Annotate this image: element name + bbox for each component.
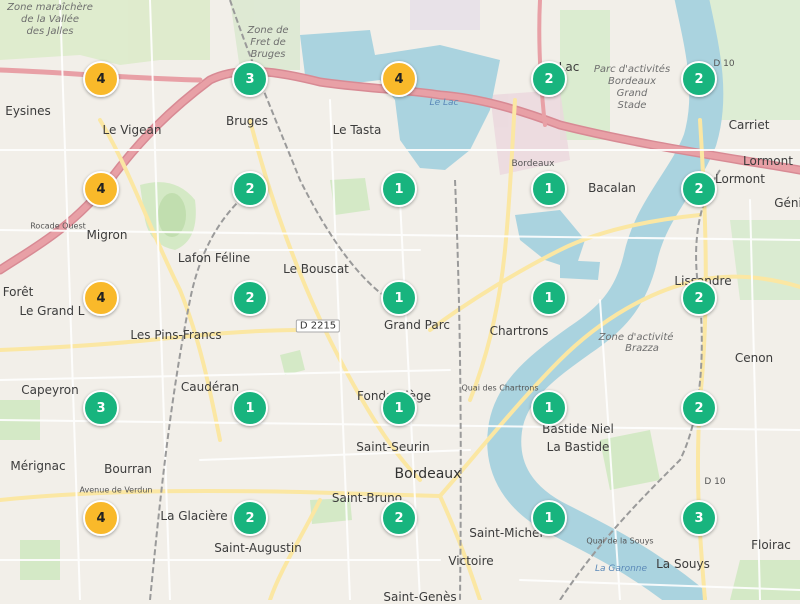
marker-cluster[interactable]: 2 [681, 280, 717, 316]
marker-cluster[interactable]: 1 [531, 500, 567, 536]
map-label: Le Vigean [102, 123, 162, 137]
map-label: La Souys [656, 557, 710, 571]
map-label: Quai des Chartrons [461, 383, 539, 393]
marker-cluster[interactable]: 1 [381, 390, 417, 426]
map-label: Bordeaux [608, 76, 656, 87]
marker-cluster[interactable]: 1 [381, 280, 417, 316]
marker-cluster[interactable]: 1 [531, 390, 567, 426]
marker-cluster[interactable]: 3 [232, 61, 268, 97]
map-label: Capeyron [21, 383, 79, 397]
map-label: Zone maraîchère [7, 2, 93, 13]
marker-cluster[interactable]: 4 [83, 280, 119, 316]
marker-cluster[interactable]: 4 [83, 171, 119, 207]
map-label: Chartrons [489, 324, 549, 338]
map-label: Géni [774, 196, 800, 210]
map-label: Caudéran [180, 380, 240, 394]
map-label: Cenon [734, 351, 774, 365]
dock-2 [560, 260, 600, 280]
map-label: La Bastide [546, 440, 610, 454]
map-label: Bordeaux [394, 466, 462, 482]
marker-cluster[interactable]: 2 [531, 61, 567, 97]
marker-cluster[interactable]: 3 [681, 500, 717, 536]
map-label: Bruges [225, 114, 269, 128]
map-label: Le Tasta [332, 123, 382, 137]
map-label: Grand [616, 88, 648, 99]
map-label: Fret de [250, 37, 286, 48]
map-label: Carriet [728, 118, 770, 132]
map-label: Floirac [751, 538, 791, 552]
map-label: Eysines [5, 104, 51, 118]
marker-cluster[interactable]: 1 [531, 171, 567, 207]
map-label: Bruges [250, 49, 286, 60]
map-label: Bordeaux [511, 159, 555, 169]
marker-cluster[interactable]: 2 [232, 500, 268, 536]
marker-cluster[interactable]: 4 [381, 61, 417, 97]
map-label: Le Bouscat [283, 262, 349, 276]
map-label: Saint-Genès [383, 590, 457, 604]
map-label: Lormont [715, 172, 765, 186]
map-label: Avenue de Verdun [79, 485, 153, 495]
map-label: Parc d'activités [593, 64, 671, 75]
map-label: Saint-Augustin [214, 541, 302, 555]
marker-cluster[interactable]: 2 [232, 280, 268, 316]
map-label: Forêt [2, 285, 34, 299]
marker-cluster[interactable]: 2 [681, 61, 717, 97]
map-label: Brazza [625, 343, 659, 354]
map-label: Victoire [448, 554, 494, 568]
map-label: Mérignac [10, 459, 66, 473]
marker-cluster[interactable]: 1 [381, 171, 417, 207]
map-label: Bourran [104, 462, 152, 476]
map-label: Quai de la Souys [586, 536, 654, 546]
marker-cluster[interactable]: 2 [681, 171, 717, 207]
map-label: D 2215 [295, 319, 341, 333]
marker-cluster[interactable]: 4 [83, 61, 119, 97]
marker-cluster[interactable]: 2 [381, 500, 417, 536]
marker-cluster[interactable]: 1 [232, 390, 268, 426]
map-label: Stade [617, 100, 647, 111]
map-label: Zone de [247, 25, 289, 36]
map-label: La Glacière [160, 509, 228, 523]
map-label: Les Pins-Francs [130, 328, 222, 342]
map-label: Saint-Seurin [356, 440, 430, 454]
marker-cluster[interactable]: 4 [83, 500, 119, 536]
map-label: Bacalan [588, 181, 636, 195]
map-label: D 10 [713, 59, 735, 69]
map-label: D 10 [704, 477, 726, 487]
map-label: Lafon Féline [177, 251, 251, 265]
map-label: Migron [86, 228, 128, 242]
map-label: Le Grand L [19, 304, 85, 318]
map-label: Rocade Ouest [30, 221, 86, 231]
map-label: La Garonne [594, 564, 648, 574]
map-label: de la Vallée [21, 14, 79, 25]
map-label: Lormont [743, 154, 793, 168]
map-label: Saint-Michel [469, 526, 543, 540]
map-label: Le Lac [429, 98, 459, 108]
marker-cluster[interactable]: 3 [83, 390, 119, 426]
marker-cluster[interactable]: 2 [232, 171, 268, 207]
marker-cluster[interactable]: 2 [681, 390, 717, 426]
marker-cluster[interactable]: 1 [531, 280, 567, 316]
map-label: Grand Parc [384, 318, 450, 332]
map-label: des Jalles [26, 26, 74, 37]
